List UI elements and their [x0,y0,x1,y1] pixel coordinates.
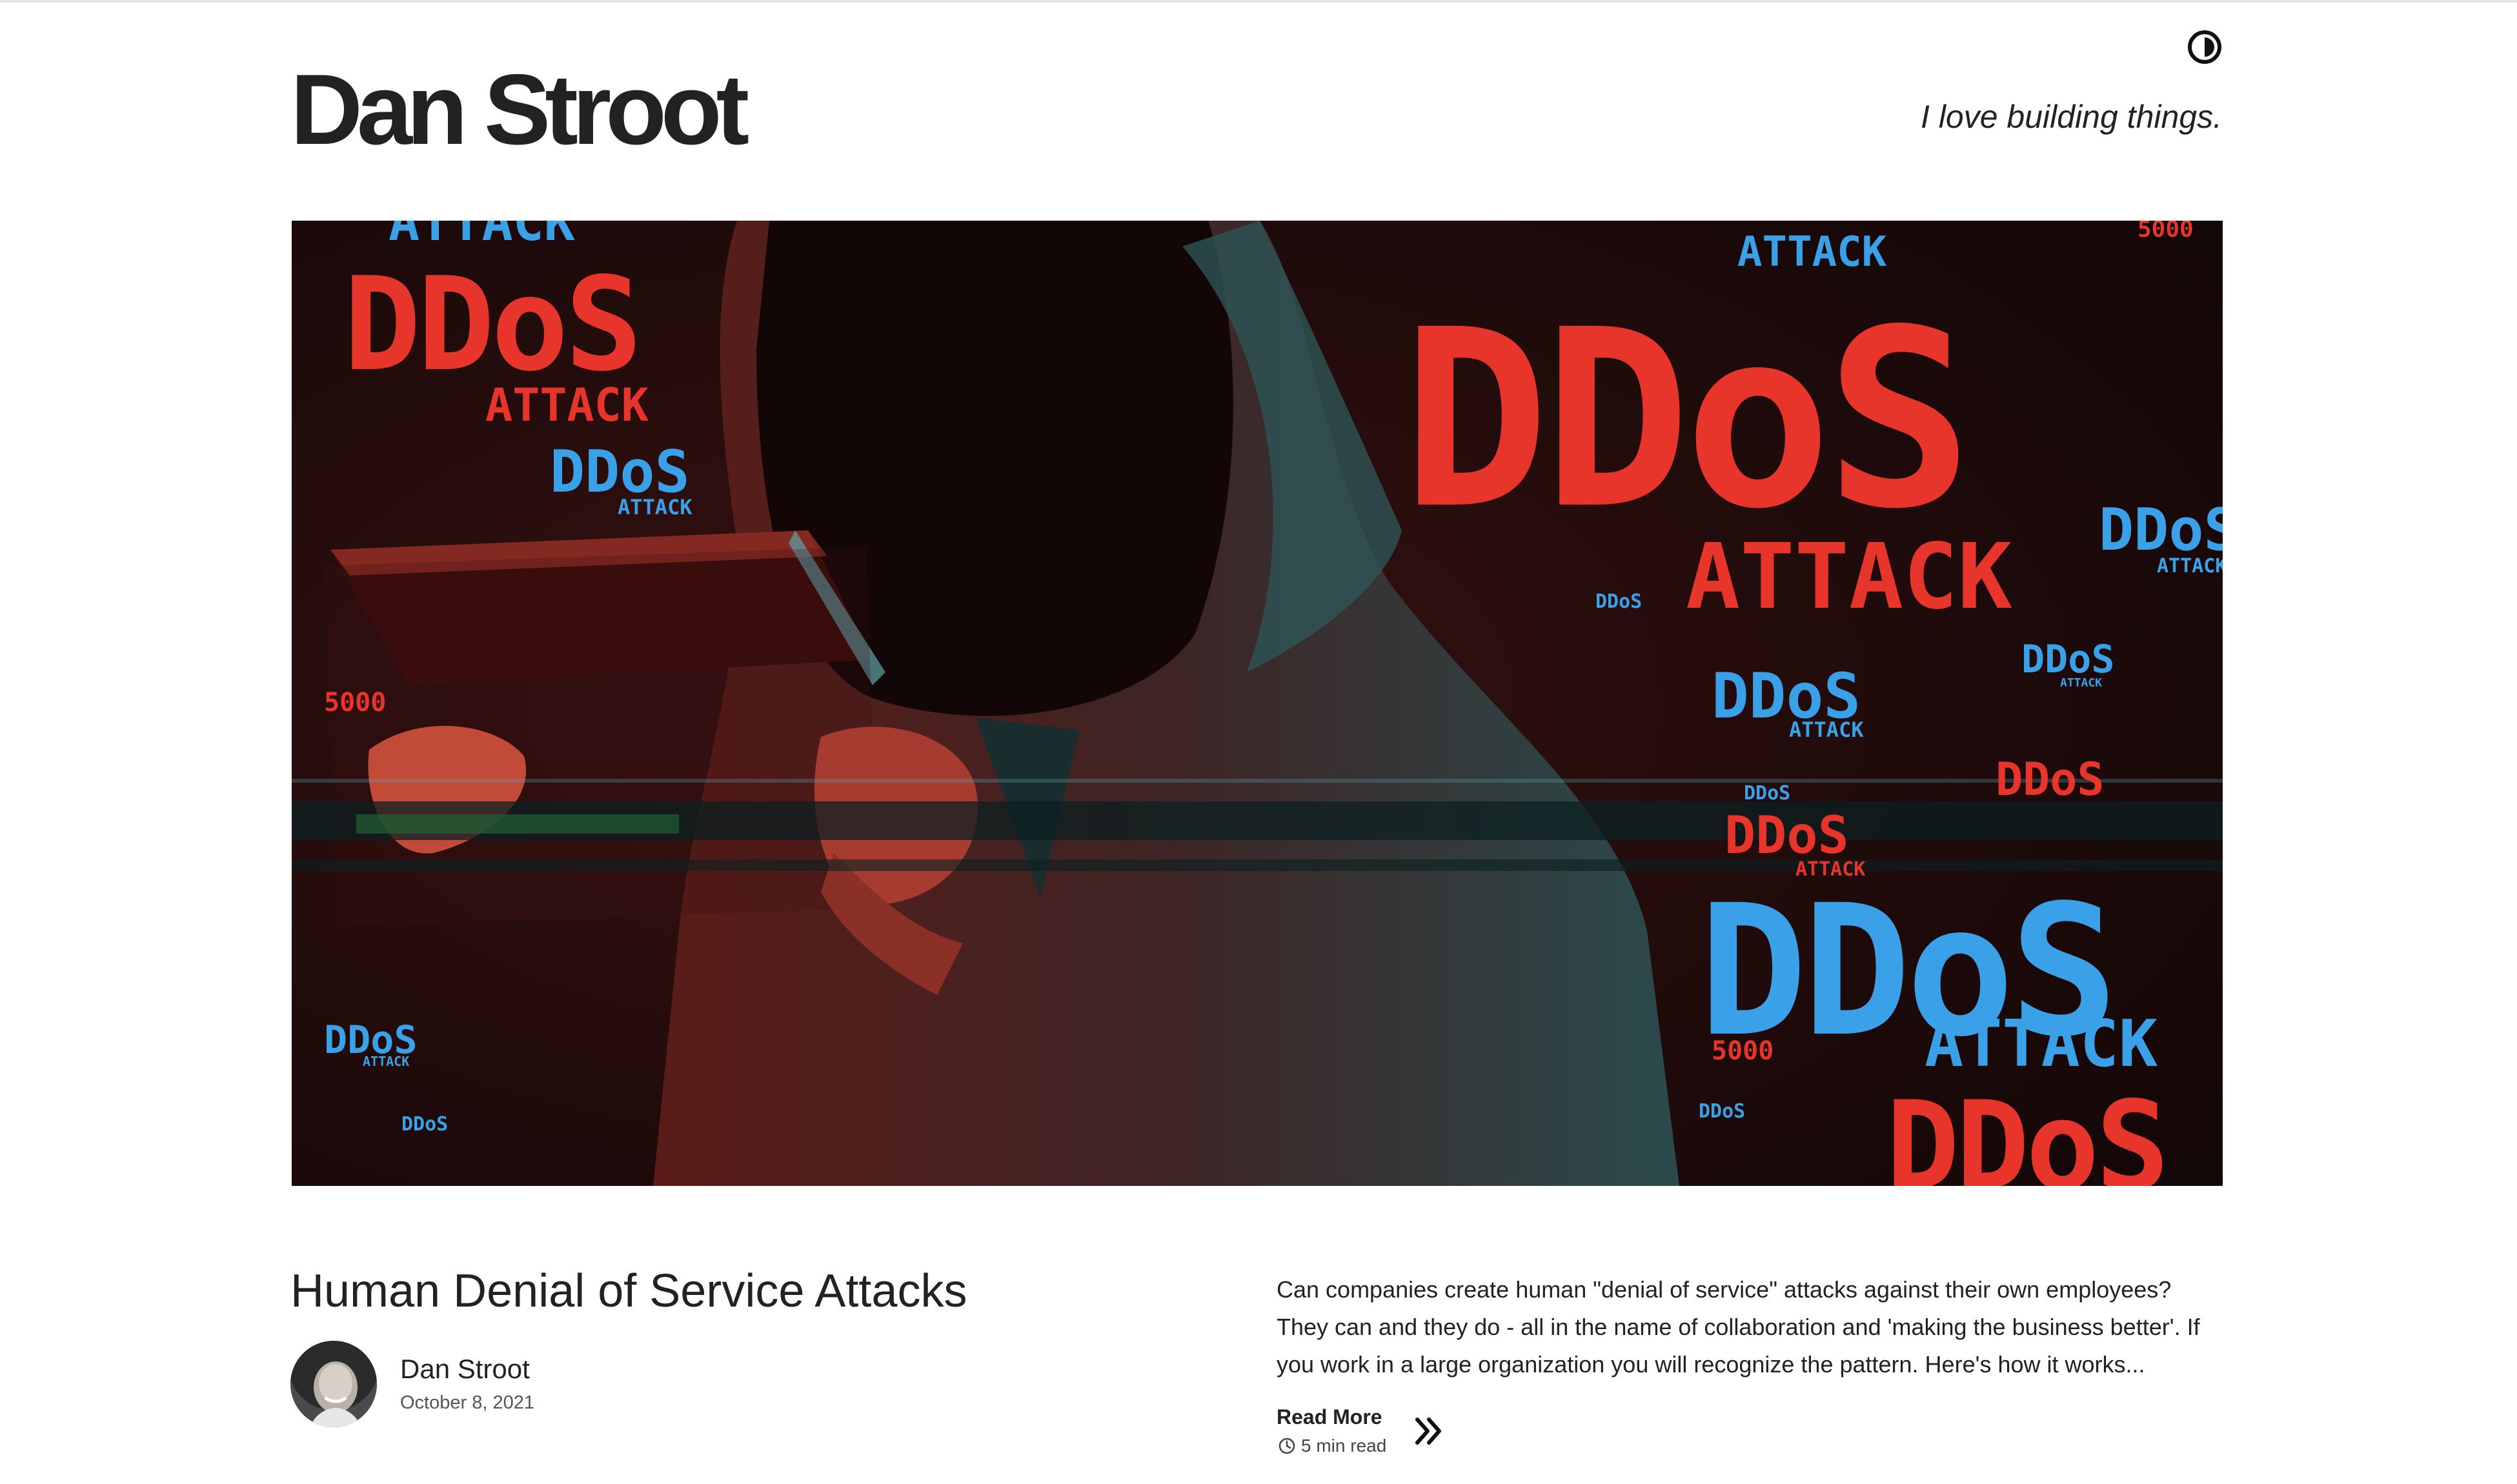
svg-text:DDoS: DDoS [2021,637,2115,682]
svg-text:DDoS: DDoS [1886,1075,2166,1186]
svg-text:ATTACK: ATTACK [389,221,575,252]
hero-image[interactable]: DDoS ATTACK DDoS ATTACK DDoS ATTACK ATTA… [292,221,2223,1186]
post-title[interactable]: Human Denial of Service Attacks [290,1268,967,1314]
svg-text:ATTACK: ATTACK [485,379,649,432]
read-more-arrow-button[interactable] [1411,1413,1447,1449]
svg-text:DDoS: DDoS [1744,782,1790,805]
read-time: 5 min read [1278,1436,1386,1456]
svg-text:ATTACK: ATTACK [1686,525,2012,630]
svg-text:DDoS: DDoS [1595,590,1642,613]
site-tagline: I love building things. [1921,99,2222,135]
post-date: October 8, 2021 [400,1392,534,1413]
theme-toggle-button[interactable] [2187,29,2223,65]
svg-text:ATTACK: ATTACK [2060,676,2102,690]
svg-text:5000: 5000 [1712,1036,1774,1066]
svg-text:5000: 5000 [2138,221,2194,243]
site-title[interactable]: Dan Stroot [290,59,749,159]
top-border [0,0,2517,3]
svg-text:DDoS: DDoS [343,250,639,400]
svg-text:DDoS: DDoS [1402,277,1966,563]
svg-text:ATTACK: ATTACK [1925,1006,2158,1081]
post-excerpt: Can companies create human "denial of se… [1277,1276,2200,1378]
svg-text:DDoS: DDoS [1699,1100,1745,1123]
svg-text:ATTACK: ATTACK [1737,228,1887,276]
svg-text:5000: 5000 [324,688,386,717]
svg-text:ATTACK: ATTACK [1789,717,1864,742]
read-time-label: 5 min read [1301,1436,1387,1456]
contrast-half-circle-icon [2188,30,2221,64]
svg-text:ATTACK: ATTACK [618,495,692,519]
double-chevron-right-icon [1415,1418,1441,1445]
author-avatar [290,1341,377,1427]
svg-text:ATTACK: ATTACK [363,1054,409,1069]
svg-text:DDoS: DDoS [1996,753,2105,806]
svg-text:DDoS: DDoS [1724,805,1849,865]
author-name[interactable]: Dan Stroot [400,1354,530,1385]
read-more-link[interactable]: Read More [1277,1405,1382,1429]
svg-text:ATTACK: ATTACK [1795,858,1865,881]
svg-text:ATTACK: ATTACK [2157,555,2223,577]
svg-text:DDoS: DDoS [2099,496,2223,564]
svg-text:DDoS: DDoS [401,1113,448,1136]
clock-icon [1279,1438,1295,1454]
